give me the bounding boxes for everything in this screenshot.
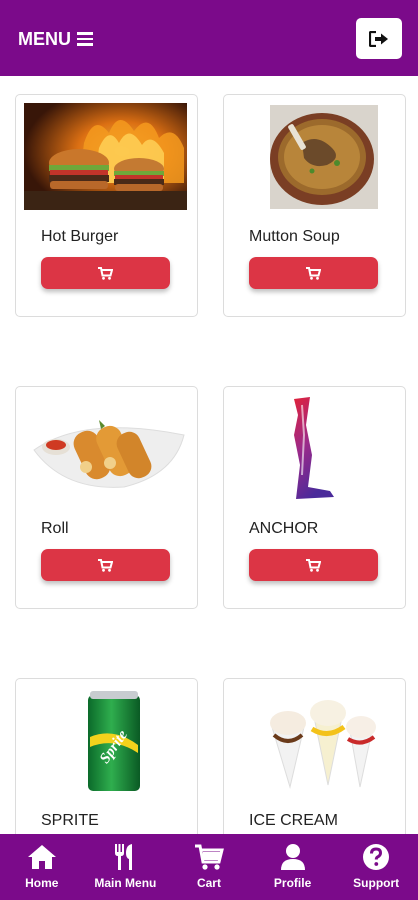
product-image-sprite-can: Sprite (24, 687, 187, 794)
product-name: Roll (41, 520, 69, 537)
product-card: Roll (15, 386, 198, 609)
top-app-bar: MENU (0, 0, 418, 76)
nav-home[interactable]: Home (0, 834, 84, 900)
profile-icon (280, 842, 306, 872)
product-name: Mutton Soup (249, 228, 340, 245)
nav-main-menu[interactable]: Main Menu (84, 834, 168, 900)
product-image-burger (24, 103, 187, 210)
logout-button[interactable] (356, 18, 402, 59)
cart-icon (306, 558, 321, 572)
add-to-cart-button[interactable] (41, 549, 170, 581)
cart-icon (98, 266, 113, 280)
nav-support-label: Support (353, 876, 400, 890)
nav-home-label: Home (25, 876, 59, 890)
add-to-cart-button[interactable] (249, 549, 378, 581)
home-icon (27, 842, 57, 872)
logout-icon (369, 30, 388, 47)
product-card: Sprite SPRITE (15, 678, 198, 834)
product-name: Hot Burger (41, 228, 119, 245)
nav-profile-label: Profile (273, 876, 312, 890)
fork-knife-icon (112, 842, 138, 872)
cart-icon (306, 266, 321, 280)
nav-main-menu-label: Main Menu (94, 876, 157, 890)
nav-support[interactable]: Support (334, 834, 418, 900)
product-image-anchor (232, 395, 395, 502)
nav-profile[interactable]: Profile (251, 834, 335, 900)
product-name: ANCHOR (249, 520, 319, 537)
menu-label: MENU (18, 28, 71, 49)
product-grid: Hot Burger Mutton Soup Roll ANCHOR Sprit… (0, 76, 418, 834)
bottom-navigation: Home Main Menu Cart Profile Support (0, 834, 418, 900)
add-to-cart-button[interactable] (249, 257, 378, 289)
product-card: Mutton Soup (223, 94, 406, 317)
product-image-soup (232, 103, 395, 210)
product-card: Hot Burger (15, 94, 198, 317)
product-name: SPRITE (41, 812, 99, 829)
product-name: ICE CREAM (249, 812, 338, 829)
cart-icon (194, 842, 224, 872)
product-card: ANCHOR (223, 386, 406, 609)
product-card: ICE CREAM (223, 678, 406, 834)
menu-button[interactable]: MENU (18, 26, 93, 52)
hamburger-icon (77, 32, 93, 46)
product-image-ice-cream (232, 687, 395, 794)
add-to-cart-button[interactable] (41, 257, 170, 289)
nav-cart-label: Cart (196, 876, 221, 890)
cart-icon (98, 558, 113, 572)
product-image-roll (24, 395, 187, 502)
help-icon (362, 842, 390, 872)
nav-cart[interactable]: Cart (167, 834, 251, 900)
